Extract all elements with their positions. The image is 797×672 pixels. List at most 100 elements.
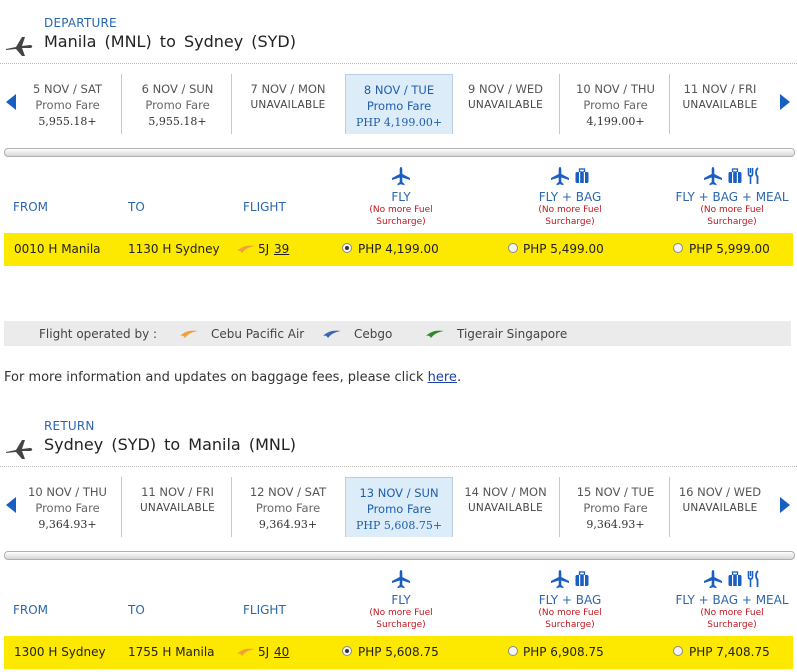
scroll-bar[interactable]: [4, 148, 795, 157]
scroll-bar[interactable]: [4, 551, 795, 560]
fare-column-fly: FLY (No more Fuel Surcharge): [331, 567, 471, 631]
airplane-icon: [6, 37, 33, 56]
fare-name: FLY + BAG: [538, 593, 602, 607]
date-tab-selected[interactable]: 13 NOV / SUN Promo Fare PHP 5,608.75+: [345, 477, 453, 537]
to-header: TO: [128, 603, 145, 617]
to-header: TO: [128, 200, 145, 214]
date-tab-fare: UNAVAILABLE: [250, 99, 326, 111]
date-tab-fare: Promo Fare: [366, 502, 432, 516]
plane-icon: [704, 167, 722, 186]
fare-note: Surcharge): [545, 217, 595, 227]
meal-icon: [747, 167, 759, 184]
carrier-name: Cebu Pacific Air: [211, 327, 305, 341]
flight-from: 1300 H Sydney: [14, 645, 106, 659]
date-tab-fare: UNAVAILABLE: [467, 99, 544, 111]
date-tab-fare: UNAVAILABLE: [467, 502, 544, 514]
plane-icon: [704, 570, 722, 589]
fare-price: PHP 5,999.00: [689, 242, 770, 256]
date-tab-price: PHP 5,608.75+: [355, 519, 443, 532]
fare-note: (No more Fuel: [538, 608, 602, 618]
date-tab-date: 8 NOV / TUE: [363, 83, 435, 97]
date-tab[interactable]: 5 NOV / SAT Promo Fare 5,955.18+: [14, 74, 122, 134]
fare-price: PHP 5,499.00: [523, 242, 604, 256]
date-tab[interactable]: 7 NOV / MON UNAVAILABLE: [234, 74, 342, 134]
date-tab-date: 14 NOV / MON: [464, 485, 547, 499]
fare-radio-fly-bag[interactable]: [508, 646, 518, 656]
date-tab-date: 5 NOV / SAT: [33, 82, 102, 96]
date-tab-fare: Promo Fare: [255, 501, 321, 515]
date-tab-fare: UNAVAILABLE: [682, 99, 758, 111]
fare-note: (No more Fuel: [700, 608, 764, 618]
date-tab-date: 7 NOV / MON: [250, 82, 326, 96]
date-tab-fare: Promo Fare: [366, 99, 432, 113]
flight-to: 1130 H Sydney: [128, 242, 220, 256]
next-arrow-icon[interactable]: [777, 495, 793, 515]
date-tab-date: 13 NOV / SUN: [359, 486, 439, 500]
date-tab-date: 6 NOV / SUN: [141, 82, 214, 96]
date-tab[interactable]: 10 NOV / THU Promo Fare 4,199.00+: [562, 74, 670, 134]
next-arrow-icon[interactable]: [777, 92, 793, 112]
fare-radio-fly-bag[interactable]: [508, 243, 518, 253]
operated-by-label: Flight operated by :: [39, 327, 158, 341]
return-date-strip: 10 NOV / THU Promo Fare 9,364.93+ 11 NOV…: [0, 477, 797, 541]
fare-column-fly-bag-meal: FLY + BAG + MEAL (No more Fuel Surcharge…: [662, 164, 797, 228]
date-tab-date: 12 NOV / SAT: [249, 485, 327, 499]
airplane-icon: [6, 440, 33, 459]
date-tab[interactable]: 10 NOV / THU Promo Fare 9,364.93+: [14, 477, 122, 537]
flight-carrier: 5J: [258, 242, 270, 256]
plane-icon: [392, 570, 410, 589]
date-tab[interactable]: 9 NOV / WED UNAVAILABLE: [452, 74, 560, 134]
date-tab-date: 10 NOV / THU: [28, 485, 107, 499]
departure-route: Manila (MNL) to Sydney (SYD): [44, 32, 296, 51]
departure-section: DEPARTURE Manila (MNL) to Sydney (SYD) 5…: [0, 0, 797, 290]
fare-radio-fly[interactable]: [342, 243, 352, 253]
bag-icon: [728, 168, 742, 183]
flight-number-link[interactable]: 40: [274, 645, 289, 659]
plane-icon: [392, 167, 410, 186]
fare-radio-fly-bag-meal[interactable]: [673, 646, 683, 656]
date-tab-selected[interactable]: 8 NOV / TUE Promo Fare PHP 4,199.00+: [345, 74, 453, 134]
fare-note: (No more Fuel: [369, 205, 433, 215]
fare-column-fly-bag-meal: FLY + BAG + MEAL (No more Fuel Surcharge…: [662, 567, 797, 631]
date-tab[interactable]: 11 NOV / FRI UNAVAILABLE: [124, 477, 232, 537]
date-tab[interactable]: 15 NOV / TUE Promo Fare 9,364.93+: [562, 477, 670, 537]
fare-column-fly-bag: FLY + BAG (No more Fuel Surcharge): [500, 164, 640, 228]
date-tab-price: 5,955.18+: [148, 115, 207, 128]
flight-header: FLIGHT: [243, 200, 286, 214]
flight-number-link[interactable]: 39: [274, 242, 289, 256]
fare-radio-fly[interactable]: [342, 646, 352, 656]
bag-icon: [575, 168, 589, 183]
date-tab-price: 9,364.93+: [258, 518, 318, 531]
date-tab[interactable]: 6 NOV / SUN Promo Fare 5,955.18+: [124, 74, 232, 134]
departure-label: DEPARTURE: [44, 16, 117, 30]
departure-date-strip: 5 NOV / SAT Promo Fare 5,955.18+ 6 NOV /…: [0, 74, 797, 138]
fare-name: FLY: [391, 190, 411, 204]
return-label: RETURN: [44, 419, 95, 433]
date-tab-fare: Promo Fare: [35, 501, 100, 515]
date-tab-fare: Promo Fare: [35, 98, 100, 112]
return-route: Sydney (SYD) to Manila (MNL): [44, 435, 296, 454]
fare-note: (No more Fuel: [369, 608, 433, 618]
flight-header: FLIGHT: [243, 603, 286, 617]
date-tab[interactable]: 12 NOV / SAT Promo Fare 9,364.93+: [234, 477, 342, 537]
date-tab[interactable]: 11 NOV / FRI UNAVAILABLE: [666, 74, 774, 134]
fare-price: PHP 5,608.75: [358, 645, 439, 659]
flight-row: 0010 H Manila 1130 H Sydney 5J 39 PHP 4,…: [4, 233, 793, 266]
date-tab[interactable]: 16 NOV / WED UNAVAILABLE: [666, 477, 774, 537]
date-tab[interactable]: 14 NOV / MON UNAVAILABLE: [452, 477, 560, 537]
baggage-info-link[interactable]: here: [428, 370, 457, 385]
date-tab-date: 11 NOV / FRI: [141, 485, 214, 499]
cebu-pacific-logo-icon: [237, 648, 255, 656]
fare-note: (No more Fuel: [538, 205, 602, 215]
plane-icon: [551, 570, 569, 589]
fare-radio-fly-bag-meal[interactable]: [673, 243, 683, 253]
carrier-name: Cebgo: [354, 327, 393, 341]
cebgo-logo-icon: [323, 330, 341, 338]
departure-header: DEPARTURE Manila (MNL) to Sydney (SYD): [0, 14, 797, 64]
fare-note: Surcharge): [376, 217, 426, 227]
carrier-name: Tigerair Singapore: [457, 327, 568, 341]
date-tab-price: PHP 4,199.00+: [355, 116, 443, 129]
date-tab-price: 9,364.93+: [586, 518, 645, 531]
baggage-info-end: .: [456, 370, 462, 385]
bag-icon: [575, 571, 589, 586]
